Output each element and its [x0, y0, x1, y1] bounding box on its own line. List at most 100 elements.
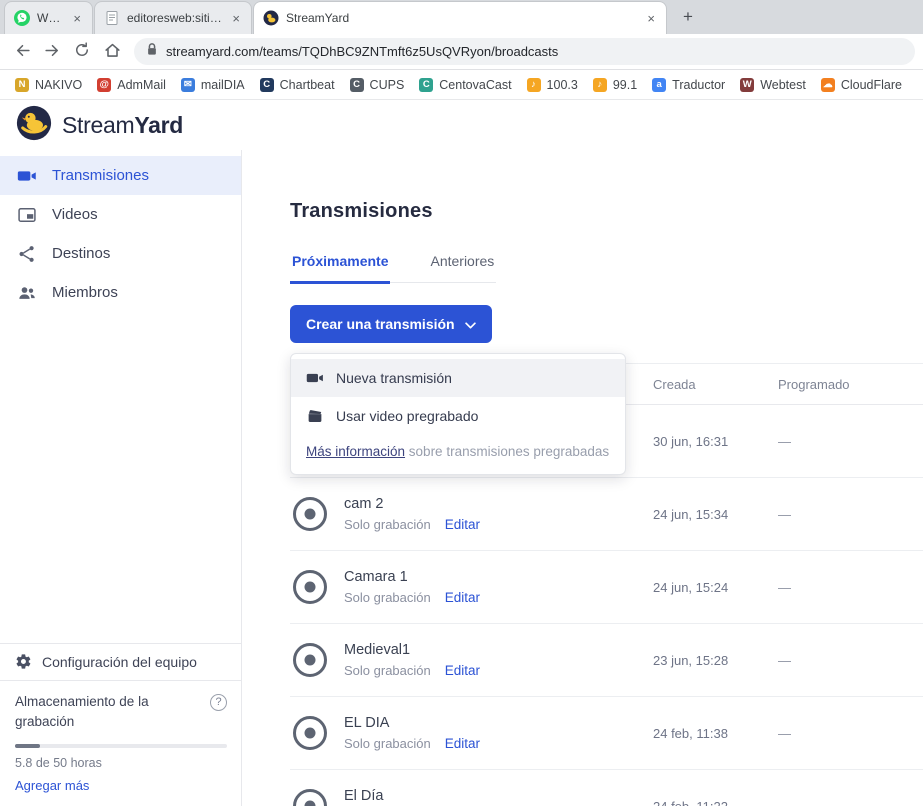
- share-icon: [17, 244, 37, 264]
- forward-icon: [43, 41, 62, 63]
- streamyard-logo[interactable]: [16, 105, 52, 146]
- bookmark-centovacast[interactable]: CCentovaCast: [412, 75, 518, 95]
- storage-title: Almacenamiento de la grabación: [15, 692, 200, 733]
- nakivo-icon: N: [15, 78, 29, 92]
- scheduled-cell: —: [778, 799, 923, 806]
- centovacast-icon: C: [419, 78, 433, 92]
- tab-proximamente[interactable]: Próximamente: [290, 253, 390, 284]
- help-icon[interactable]: ?: [210, 694, 227, 711]
- videos-icon: [17, 205, 37, 225]
- sidebar-item-label: Transmisiones: [52, 167, 149, 184]
- more-info-link[interactable]: Más información: [306, 444, 405, 459]
- main-panel: Transmisiones Próximamente Anteriores Cr…: [242, 150, 923, 806]
- bookmark-cloudflare[interactable]: ☁CloudFlare: [814, 75, 909, 95]
- tab-title: WhatsApp: [37, 11, 64, 25]
- table-row: Medieval1 Solo grabación Editar 23 jun, 15…: [290, 624, 923, 697]
- table-row: El DíaSolo grabaciónEditar 24 feb, 11:22…: [290, 770, 923, 806]
- broadcast-title: EL DIA: [344, 715, 480, 731]
- storage-bar-fill: [15, 744, 40, 748]
- bookmark-nakivo[interactable]: NNAKIVO: [8, 75, 89, 95]
- edit-link[interactable]: Editar: [445, 517, 480, 532]
- bookmark-99-1[interactable]: ♪99.1: [586, 75, 644, 95]
- sidebar-footer: Configuración del equipo Almacenamiento …: [0, 643, 241, 806]
- broadcast-type: Solo grabación: [344, 517, 431, 532]
- broadcast-type: Solo grabación: [344, 590, 431, 605]
- tab-title: editoresweb:sitioweb:eldia.co: [127, 11, 223, 25]
- add-more-link[interactable]: Agregar más: [15, 778, 89, 793]
- browser-tab-whatsapp[interactable]: WhatsApp ×: [4, 1, 93, 34]
- page-icon: [104, 10, 120, 26]
- bookmark-cups[interactable]: CCUPS: [343, 75, 412, 95]
- bookmark-maildia[interactable]: ✉mailDIA: [174, 75, 252, 95]
- tab-anteriores[interactable]: Anteriores: [428, 253, 496, 284]
- edit-link[interactable]: Editar: [445, 590, 480, 605]
- sidebar: Transmisiones Videos Destinos Miembros C…: [0, 150, 242, 806]
- bookmark-100-3[interactable]: ♪100.3: [520, 75, 585, 95]
- pre-recorded-info: Más información sobre transmisiones preg…: [291, 435, 625, 472]
- broadcast-tabs: Próximamente Anteriores: [290, 253, 496, 283]
- bookmark-traductor[interactable]: aTraductor: [645, 75, 732, 95]
- home-icon: [103, 41, 122, 63]
- create-broadcast-button[interactable]: Crear una transmisión: [290, 305, 492, 343]
- broadcast-title: Camara 1: [344, 569, 480, 585]
- forward-button[interactable]: [38, 38, 66, 66]
- created-cell: 24 feb, 11:38: [653, 726, 778, 741]
- gear-icon: [15, 653, 32, 670]
- sidebar-item-videos[interactable]: Videos: [0, 195, 241, 234]
- sidebar-item-miembros[interactable]: Miembros: [0, 273, 241, 312]
- sidebar-item-transmisiones[interactable]: Transmisiones: [0, 156, 241, 195]
- column-scheduled: Programado: [778, 377, 923, 392]
- sidebar-item-label: Miembros: [52, 284, 118, 301]
- clapperboard-icon: [306, 407, 324, 425]
- create-broadcast-menu: Nueva transmisión Usar video pregrabado …: [290, 353, 626, 475]
- table-row: EL DIA Solo grabación Editar 24 feb, 11:38…: [290, 697, 923, 770]
- browser-tab-streamyard[interactable]: StreamYard ×: [253, 1, 667, 34]
- reload-icon: [73, 41, 91, 62]
- url-input[interactable]: [166, 44, 903, 59]
- tab-close-icon[interactable]: ×: [230, 12, 242, 25]
- browser-tab-editoresweb[interactable]: editoresweb:sitioweb:eldia.co ×: [94, 1, 252, 34]
- sidebar-item-label: Videos: [52, 206, 98, 223]
- back-icon: [13, 41, 32, 63]
- edit-link[interactable]: Editar: [445, 663, 480, 678]
- created-cell: 23 jun, 15:28: [653, 653, 778, 668]
- bookmark-admmail[interactable]: @AdmMail: [90, 75, 173, 95]
- bookmarks-bar: NNAKIVO @AdmMail ✉mailDIA CChartbeat CCU…: [0, 70, 923, 100]
- record-icon: [290, 640, 330, 680]
- menu-item-label: Nueva transmisión: [336, 370, 452, 386]
- table-row: cam 2Solo grabaciónEditar 24 jun, 15:34 …: [290, 478, 923, 551]
- whatsapp-icon: [14, 10, 30, 26]
- home-button[interactable]: [98, 38, 126, 66]
- address-bar[interactable]: [134, 38, 915, 65]
- edit-link[interactable]: Editar: [445, 736, 480, 751]
- scheduled-cell: —: [778, 653, 923, 668]
- scheduled-cell: —: [778, 507, 923, 522]
- sidebar-item-destinos[interactable]: Destinos: [0, 234, 241, 273]
- bookmark-chartbeat[interactable]: CChartbeat: [253, 75, 342, 95]
- broadcast-type: Solo grabación: [344, 736, 431, 751]
- tab-title: StreamYard: [286, 11, 638, 25]
- reload-button[interactable]: [68, 38, 96, 66]
- new-tab-button[interactable]: +: [675, 4, 701, 30]
- record-icon: [290, 786, 330, 806]
- menu-item-video-pregrabado[interactable]: Usar video pregrabado: [291, 397, 625, 435]
- broadcast-title: El Día: [344, 788, 480, 804]
- tab-close-icon[interactable]: ×: [645, 12, 657, 25]
- members-icon: [17, 283, 37, 303]
- broadcast-title: Medieval1: [344, 642, 480, 658]
- team-settings-button[interactable]: Configuración del equipo: [0, 643, 241, 680]
- brand-wordmark: StreamYard: [62, 112, 183, 139]
- menu-item-nueva-transmision[interactable]: Nueva transmisión: [291, 359, 625, 397]
- streamyard-favicon-icon: [263, 10, 279, 26]
- admmail-icon: @: [97, 78, 111, 92]
- traductor-icon: a: [652, 78, 666, 92]
- bookmark-webtest[interactable]: WWebtest: [733, 75, 813, 95]
- broadcast-type: Solo grabación: [344, 663, 431, 678]
- browser-toolbar: [0, 34, 923, 70]
- tab-close-icon[interactable]: ×: [71, 12, 83, 25]
- browser-tabstrip: WhatsApp × editoresweb:sitioweb:eldia.co…: [0, 0, 923, 34]
- back-button[interactable]: [8, 38, 36, 66]
- storage-bar: [15, 744, 227, 748]
- created-cell: 24 jun, 15:24: [653, 580, 778, 595]
- create-broadcast-area: Crear una transmisión Nueva transmisión …: [290, 305, 492, 343]
